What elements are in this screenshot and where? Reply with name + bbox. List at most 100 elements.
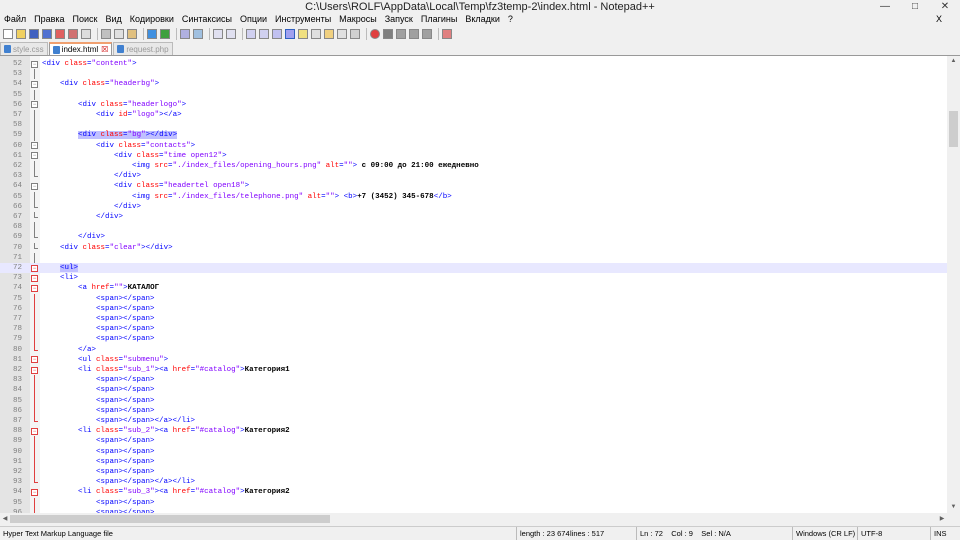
fold-toggle-icon[interactable]: − bbox=[31, 152, 38, 160]
save-icon[interactable] bbox=[29, 28, 39, 39]
tab-index-html[interactable]: index.html ☒ bbox=[48, 42, 113, 55]
code-line[interactable]: 90 <span></span> bbox=[0, 446, 947, 457]
menu-item-8[interactable]: Макросы bbox=[335, 14, 381, 25]
code-line[interactable]: 77 <span></span> bbox=[0, 314, 947, 325]
code-line[interactable]: 62 <img src="./index_files/opening_hours… bbox=[0, 161, 947, 172]
close-icon[interactable]: ✕ bbox=[930, 0, 960, 14]
tab-request-php[interactable]: request.php bbox=[113, 42, 173, 55]
menu-item-9[interactable]: Запуск bbox=[381, 14, 417, 25]
record-macro-icon[interactable] bbox=[370, 28, 380, 39]
spell-check-icon[interactable] bbox=[442, 28, 452, 39]
fold-toggle-icon[interactable]: − bbox=[31, 356, 38, 364]
code-editor[interactable]: 52− <div class="content"> 53 54− <div class… bbox=[0, 56, 947, 513]
menu-item-0[interactable]: Файл bbox=[0, 14, 30, 25]
code-line[interactable]: 91 <span></span> bbox=[0, 456, 947, 467]
indent-guide-icon[interactable] bbox=[298, 28, 308, 39]
fold-toggle-icon[interactable]: − bbox=[31, 274, 38, 282]
code-line[interactable]: 55 bbox=[0, 89, 947, 100]
folder-workspace-icon[interactable] bbox=[350, 28, 360, 39]
fold-toggle-icon[interactable]: − bbox=[31, 264, 38, 272]
horizontal-scrollbar[interactable]: ◀ ▶ bbox=[0, 513, 947, 525]
code-line[interactable]: 83 <span></span> bbox=[0, 375, 947, 386]
menu-item-5[interactable]: Синтаксисы bbox=[178, 14, 236, 25]
code-line[interactable]: 93 <span></span></a></li> bbox=[0, 477, 947, 487]
stop-macro-icon[interactable] bbox=[383, 28, 393, 39]
menu-item-2[interactable]: Поиск bbox=[69, 14, 102, 25]
zoom-out-icon[interactable] bbox=[226, 28, 236, 39]
function-list-icon[interactable] bbox=[337, 28, 347, 39]
code-line[interactable]: 82 − <li class="sub_1"><a href="#catalog"… bbox=[0, 365, 947, 375]
code-line[interactable]: 73 − <li> bbox=[0, 273, 947, 283]
fold-toggle-icon[interactable]: − bbox=[31, 427, 38, 435]
menu-item-1[interactable]: Правка bbox=[30, 14, 68, 25]
menu-item-10[interactable]: Плагины bbox=[417, 14, 461, 25]
code-line[interactable]: 92 <span></span> bbox=[0, 467, 947, 478]
open-file-icon[interactable] bbox=[16, 28, 26, 39]
code-line[interactable]: 95 <span></span> bbox=[0, 497, 947, 508]
code-line[interactable]: 67 </div> bbox=[0, 212, 947, 222]
code-line[interactable]: 69 </div> bbox=[0, 232, 947, 242]
code-line[interactable]: 72 − <ul> bbox=[0, 263, 947, 274]
word-wrap-icon[interactable] bbox=[272, 28, 282, 39]
code-line[interactable]: 70 <div class="clear"></div> bbox=[0, 242, 947, 253]
copy-icon[interactable] bbox=[114, 28, 124, 39]
vertical-scrollbar[interactable]: ▲ ▼ bbox=[947, 56, 960, 513]
code-line[interactable]: 86 <span></span> bbox=[0, 405, 947, 416]
status-mode[interactable]: INS bbox=[930, 527, 947, 540]
code-line[interactable]: 88 − <li class="sub_2"><a href="#catalog"… bbox=[0, 426, 947, 436]
user-language-icon[interactable] bbox=[311, 28, 321, 39]
new-file-icon[interactable] bbox=[3, 28, 13, 39]
code-line[interactable]: 80 </a> bbox=[0, 344, 947, 355]
scroll-down-icon[interactable]: ▼ bbox=[947, 502, 960, 513]
code-line[interactable]: 74 − <a href="">КАТАЛОГ bbox=[0, 283, 947, 293]
code-line[interactable]: 84 <span></span> bbox=[0, 385, 947, 396]
close-file-icon[interactable] bbox=[55, 28, 65, 39]
cut-icon[interactable] bbox=[101, 28, 111, 39]
code-line[interactable]: 52 − <div class="content"> bbox=[0, 59, 947, 69]
tab-style-css[interactable]: style.css bbox=[0, 42, 48, 55]
save-all-icon[interactable] bbox=[42, 28, 52, 39]
code-line[interactable]: 57 <div id="logo"></a> bbox=[0, 110, 947, 121]
code-line[interactable]: 71 bbox=[0, 252, 947, 263]
fold-toggle-icon[interactable]: − bbox=[31, 182, 38, 190]
zoom-in-icon[interactable] bbox=[213, 28, 223, 39]
horizontal-scroll-thumb[interactable] bbox=[10, 515, 330, 523]
menu-item-3[interactable]: Вид bbox=[102, 14, 126, 25]
print-icon[interactable] bbox=[81, 28, 91, 39]
fold-toggle-icon[interactable]: − bbox=[31, 366, 38, 374]
code-line[interactable]: 59 <div class="bg"></div> bbox=[0, 130, 947, 141]
code-line[interactable]: 56 − <div class="headerlogo"> bbox=[0, 100, 947, 110]
code-line[interactable]: 66 </div> bbox=[0, 201, 947, 212]
scroll-up-icon[interactable]: ▲ bbox=[947, 56, 960, 67]
doc-map-icon[interactable] bbox=[324, 28, 334, 39]
code-line[interactable]: 61 − <div class="time open12"> bbox=[0, 151, 947, 161]
replace-icon[interactable] bbox=[193, 28, 203, 39]
minimize-icon[interactable]: — bbox=[870, 0, 900, 14]
vertical-scroll-thumb[interactable] bbox=[949, 111, 958, 147]
fold-toggle-icon[interactable]: − bbox=[31, 101, 38, 109]
code-line[interactable]: 58 bbox=[0, 120, 947, 131]
show-all-chars-icon[interactable] bbox=[285, 28, 295, 39]
code-line[interactable]: 65 <img src="./index_files/telephone.png… bbox=[0, 191, 947, 202]
fold-toggle-icon[interactable]: − bbox=[31, 60, 38, 68]
sync-vertical-icon[interactable] bbox=[246, 28, 256, 39]
status-encoding[interactable]: UTF-8 bbox=[857, 527, 882, 540]
code-line[interactable]: 76 <span></span> bbox=[0, 303, 947, 314]
code-line[interactable]: 81 − <ul class="submenu"> bbox=[0, 355, 947, 365]
save-macro-icon[interactable] bbox=[422, 28, 432, 39]
maximize-icon[interactable]: □ bbox=[900, 0, 930, 14]
menu-item-11[interactable]: Вкладки bbox=[461, 14, 504, 25]
menu-item-7[interactable]: Инструменты bbox=[271, 14, 335, 25]
code-line[interactable]: 87 <span></span></a></li> bbox=[0, 416, 947, 426]
scroll-right-icon[interactable]: ▶ bbox=[937, 513, 947, 525]
code-line[interactable]: 53 bbox=[0, 69, 947, 80]
code-line[interactable]: 63 </div> bbox=[0, 171, 947, 181]
redo-icon[interactable] bbox=[160, 28, 170, 39]
tab-close-icon[interactable]: ☒ bbox=[101, 45, 108, 54]
play-macro-icon[interactable] bbox=[396, 28, 406, 39]
menu-item-6[interactable]: Опции bbox=[236, 14, 271, 25]
close-all-icon[interactable] bbox=[68, 28, 78, 39]
paste-icon[interactable] bbox=[127, 28, 137, 39]
code-line[interactable]: 54 − <div class="headerbg"> bbox=[0, 79, 947, 89]
code-line[interactable]: 75 <span></span> bbox=[0, 293, 947, 304]
